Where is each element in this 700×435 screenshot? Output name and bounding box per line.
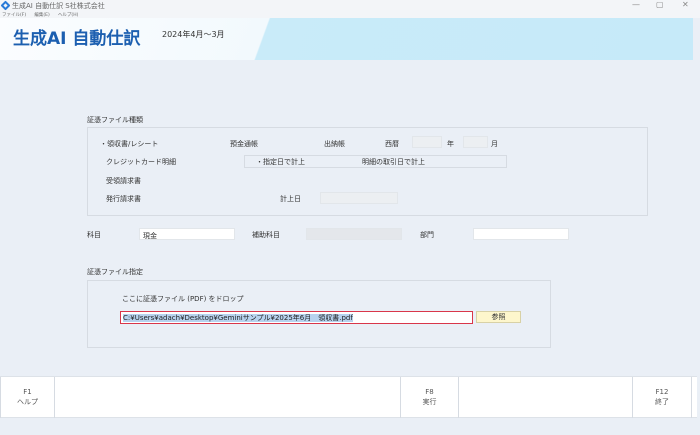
radio-bankbook[interactable]: 預金通帳 bbox=[230, 139, 258, 149]
radio-transaction-date[interactable]: 明細の取引日で計上 bbox=[362, 157, 425, 167]
department-label: 部門 bbox=[420, 231, 434, 239]
f1-help-button[interactable]: F1 ヘルプ bbox=[0, 377, 55, 418]
close-button[interactable]: ✕ bbox=[682, 0, 689, 9]
fiscal-period: 2024年4月～3月 bbox=[162, 30, 225, 39]
header-banner: 生成AI 自動仕訳 2024年4月～3月 bbox=[0, 18, 693, 60]
f1-label: ヘルプ bbox=[17, 398, 38, 406]
f8-execute-button[interactable]: F8 実行 bbox=[400, 377, 459, 418]
f12-key: F12 bbox=[655, 388, 669, 396]
subject-input[interactable]: 現金 bbox=[139, 228, 235, 240]
sub-account-label: 補助科目 bbox=[252, 231, 280, 239]
radio-received-invoice[interactable]: 受領請求書 bbox=[106, 176, 141, 186]
f8-key: F8 bbox=[425, 388, 434, 396]
radio-cashbook[interactable]: 出納帳 bbox=[324, 139, 345, 149]
radio-credit-card[interactable]: クレジットカード明細 bbox=[106, 157, 176, 167]
minimize-button[interactable]: — bbox=[632, 0, 640, 9]
function-key-bar: F1 ヘルプ F8 実行 F12 終了 bbox=[0, 376, 697, 418]
post-date-input[interactable] bbox=[320, 192, 398, 204]
department-input[interactable] bbox=[473, 228, 569, 240]
drop-hint: ここに証憑ファイル (PDF) をドロップ bbox=[122, 295, 244, 303]
radio-specified-date[interactable]: 指定日で計上 bbox=[256, 157, 305, 167]
f12-label: 終了 bbox=[655, 398, 669, 406]
browse-button[interactable]: 参照 bbox=[476, 311, 521, 323]
file-path-input[interactable]: C:¥Users¥adach¥Desktop¥Geminiサンプル¥2025年6… bbox=[120, 311, 473, 324]
file-path-value: C:¥Users¥adach¥Desktop¥Geminiサンプル¥2025年6… bbox=[123, 314, 353, 322]
radio-receipt[interactable]: 領収書/レシート bbox=[100, 139, 158, 149]
file-type-heading: 証憑ファイル種類 bbox=[87, 116, 143, 124]
sub-account-input[interactable] bbox=[306, 228, 402, 240]
month-unit: 月 bbox=[491, 140, 498, 148]
month-input[interactable] bbox=[463, 136, 488, 148]
app-title: 生成AI 自動仕訳 bbox=[13, 29, 141, 49]
f12-exit-button[interactable]: F12 終了 bbox=[632, 377, 692, 418]
year-label: 西暦 bbox=[385, 140, 399, 148]
window-title: 生成AI 自動仕訳 S社株式会社 bbox=[12, 2, 105, 10]
post-date-label: 計上日 bbox=[280, 195, 301, 203]
f8-label: 実行 bbox=[422, 398, 437, 406]
year-unit: 年 bbox=[447, 140, 454, 148]
title-bar: 生成AI 自動仕訳 S社株式会社 — ▢ ✕ bbox=[0, 0, 700, 11]
menu-bar: ファイル(F) 編集(E) ヘルプ(H) bbox=[0, 11, 700, 18]
radio-issued-invoice[interactable]: 発行請求書 bbox=[106, 194, 141, 204]
maximize-button[interactable]: ▢ bbox=[656, 0, 664, 9]
file-spec-heading: 証憑ファイル指定 bbox=[87, 268, 143, 276]
year-input[interactable] bbox=[412, 136, 442, 148]
subject-label: 科目 bbox=[87, 231, 101, 239]
f1-key: F1 bbox=[23, 388, 32, 396]
app-icon bbox=[0, 0, 11, 11]
